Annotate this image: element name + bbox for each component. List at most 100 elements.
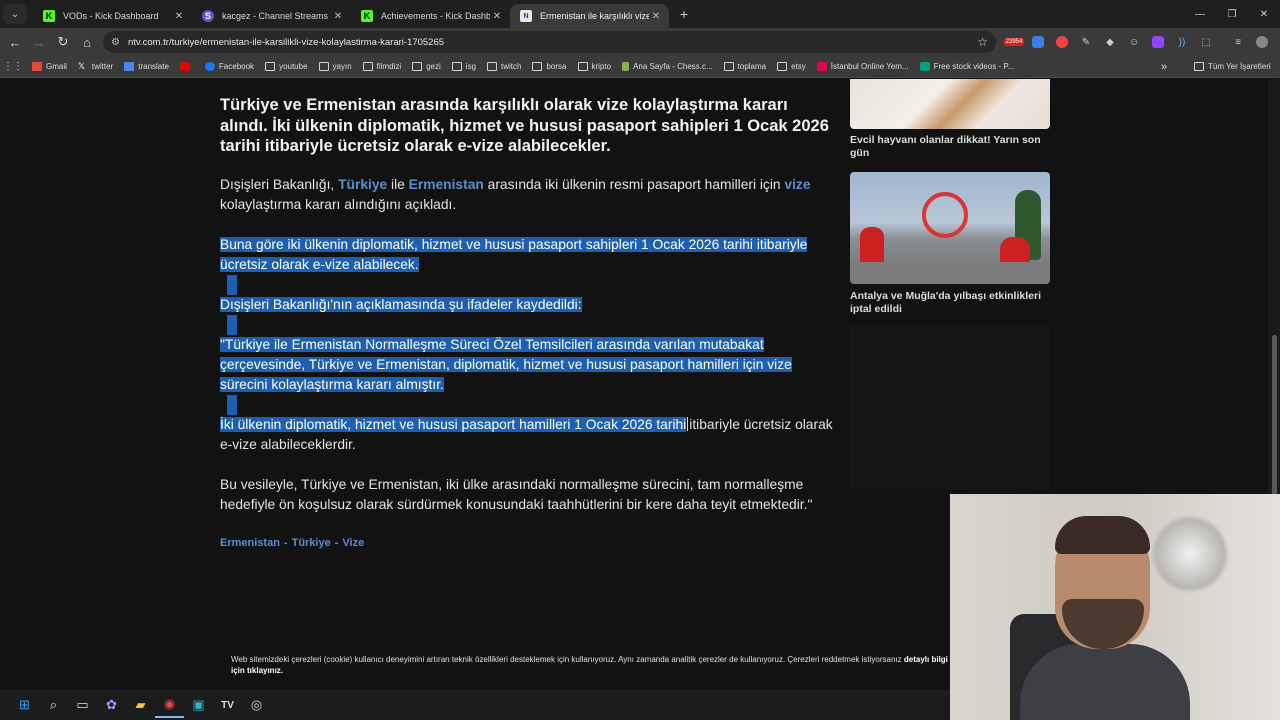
diamond-icon[interactable]: ◆ [1098,31,1122,53]
close-icon[interactable]: ✕ [331,11,345,22]
new-tab-button[interactable]: + [673,6,695,22]
tab-0[interactable]: K VODs - Kick Dashboard ✕ [33,4,192,28]
obs-icon[interactable]: ◎ [242,692,271,718]
bookmark-translate[interactable]: translate [124,62,169,71]
bookmark-folder-toplama[interactable]: toplama [723,62,766,71]
ad-placeholder [850,324,1050,489]
related-news-sidebar: Evcil hayvanı olanlar dikkat! Yarın son … [850,79,1050,316]
home-icon[interactable]: ⌂ [75,30,99,54]
selection-gap [227,274,237,295]
folder-icon [1194,62,1204,71]
url-text: ntv.com.tr/turkiye/ermenistan-ile-karsil… [127,36,445,48]
bookmark-folder-youtube[interactable]: youtube [265,62,308,71]
extensions-icon[interactable]: ⬚ [1194,31,1218,53]
extension-badge-icon[interactable]: 23954 [1002,31,1026,53]
selected-text: "Türkiye ile Ermenistan Normalleşme Süre… [220,336,792,392]
article-paragraph-2: Buna göre iki ülkenin diplomatik, hizmet… [220,235,838,275]
bookmarks-bar: ⋮⋮ Gmail 𝕏twitter translate Facebook you… [0,56,1280,78]
file-explorer-icon[interactable]: ▰ [126,692,155,718]
extensions-bar: 23954 ✎ ◆ ☺ )) ⬚ ≡ ⋮ [1002,31,1280,53]
facebook-icon [204,62,215,71]
chess-icon [622,62,630,71]
bookmark-gmail[interactable]: Gmail [32,62,67,71]
link-vize[interactable]: vize [784,177,810,192]
link-ermenistan[interactable]: Ermenistan [409,177,484,192]
bookmark-yemeksepeti[interactable]: İstanbul Online Yem... [816,62,909,71]
back-icon[interactable]: ← [3,30,27,54]
bookmark-chess[interactable]: Ana Sayfa - Chess.c... [622,62,713,71]
tradingview-icon[interactable]: TV [213,692,242,718]
bookmark-label: filmdizi [376,62,402,71]
bookmark-folder-isg[interactable]: isg [451,62,476,71]
chrome-icon[interactable]: ◉ [155,692,184,718]
bookmark-folder-kripto[interactable]: kripto [577,62,611,71]
close-icon[interactable]: ✕ [649,11,663,22]
ntv-icon: N [520,10,532,22]
tab-search-button[interactable]: ⌄ [3,4,27,24]
copilot-icon[interactable]: ✿ [97,692,126,718]
bookmark-folder-borsa[interactable]: borsa [532,62,567,71]
bookmark-label: gezi [426,62,441,71]
apps-grid-icon[interactable]: ⋮⋮ [0,61,26,72]
news-card-2-image [850,172,1050,284]
audio-icon[interactable]: )) [1170,31,1194,53]
all-bookmarks-button[interactable]: Tüm Yer İşaretleri [1194,62,1271,71]
ground-shape [850,262,1050,284]
task-view-icon[interactable]: ▭ [68,692,97,718]
windows-start-icon[interactable]: ⊞ [10,692,39,718]
tag-vize[interactable]: Vize [342,537,364,549]
adblock-icon[interactable] [1050,31,1074,53]
kick-icon: K [361,10,373,22]
selected-text: Buna göre iki ülkenin diplomatik, hizmet… [220,236,808,272]
tag-turkiye[interactable]: Türkiye [292,537,331,549]
tag-ermenistan[interactable]: Ermenistan [220,537,280,549]
site-info-icon[interactable]: ⚙ [111,37,120,48]
window-close-icon[interactable]: ✕ [1248,0,1280,28]
bookmark-folder-yayin[interactable]: yayın [318,62,352,71]
search-icon[interactable]: ⌕ [39,692,68,718]
restore-icon[interactable]: ❐ [1216,0,1248,28]
minimize-icon[interactable]: — [1184,0,1216,28]
link-turkiye[interactable]: Türkiye [338,177,387,192]
bookmark-star-icon[interactable]: ☆ [977,35,988,49]
scrollbar-thumb[interactable] [1272,335,1277,495]
close-icon[interactable]: ✕ [172,11,186,22]
bookmark-facebook[interactable]: Facebook [204,62,254,71]
forward-icon[interactable]: → [27,30,51,54]
article-paragraph-6: Bu vesileyle, Türkiye ve Ermenistan, iki… [220,476,813,512]
folder-icon [723,62,734,71]
bookmark-twitter[interactable]: 𝕏twitter [78,62,114,72]
bookmark-pexels[interactable]: Free stock videos - P... [919,62,1014,71]
avatar[interactable] [1250,31,1274,53]
news-card-1[interactable]: Evcil hayvanı olanlar dikkat! Yarın son … [850,79,1050,160]
bookmark-folder-etsy[interactable]: etsy [777,62,806,71]
bookmark-folder-gezi[interactable]: gezi [412,62,441,71]
text-span: arasında iki ülkenin resmi pasaport hami… [483,176,785,192]
menu-icon[interactable]: ⋮ [1274,31,1280,53]
bookmark-folder-filmdizi[interactable]: filmdizi [362,62,402,71]
article-headline: Türkiye ve Ermenistan arasında karşılıkl… [220,96,829,155]
news-card-2[interactable]: Antalya ve Muğla'da yılbaşı etkinlikleri… [850,172,1050,316]
incognito-icon[interactable]: ☺ [1122,31,1146,53]
address-bar[interactable]: ⚙ ntv.com.tr/turkiye/ermenistan-ile-kars… [103,31,996,53]
bookmarks-more-button[interactable]: » [1161,61,1167,73]
tab-3[interactable]: N Ermenistan ile karşılıklı vize kol ✕ [510,4,669,28]
tab-1[interactable]: S kacgez - Channel Streams on Ki ✕ [192,4,351,28]
tab-2[interactable]: K Achievements - Kick Dashboard ✕ [351,4,510,28]
folder-icon [451,62,462,71]
close-icon[interactable]: ✕ [490,11,504,22]
bookmark-label: youtube [279,62,308,71]
folder-icon [487,62,498,71]
bookmark-label: twitter [91,62,114,71]
bookmark-youtube-link[interactable] [179,62,194,71]
twitch-ext-icon[interactable] [1146,31,1170,53]
bookmark-label: İstanbul Online Yem... [830,62,909,71]
translate-ext-icon[interactable] [1026,31,1050,53]
tool-icon[interactable]: ✎ [1074,31,1098,53]
app-icon[interactable]: ▣ [184,692,213,718]
reading-list-icon[interactable]: ≡ [1226,31,1250,53]
bookmark-folder-twitch[interactable]: twitch [487,62,521,71]
reload-icon[interactable]: ↻ [51,30,75,54]
bookmark-label: translate [138,62,169,71]
selected-text: İki ülkenin diplomatik, hizmet ve hususi… [220,416,687,432]
